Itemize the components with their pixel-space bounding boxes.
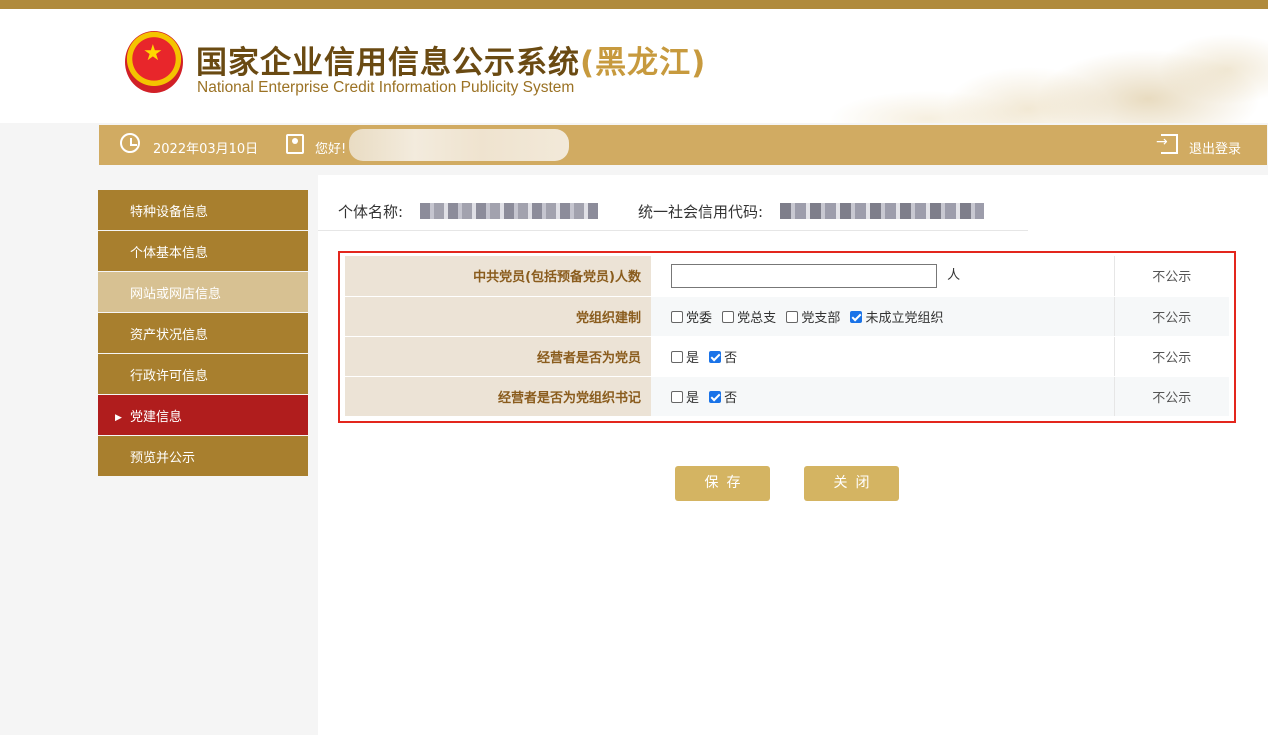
header-mountain-art <box>728 9 1268 123</box>
site-header: ★ 国家企业信用信息公示系统(黑龙江) National Enterprise … <box>0 9 1268 123</box>
party-building-form: 中共党员(包括预备党员)人数 人 不公示 党组织建制 党委 党总支 党支部 未成… <box>338 251 1236 423</box>
checkbox-checked[interactable] <box>709 390 722 403</box>
active-arrow-icon: ▶ <box>115 413 122 423</box>
publicity-status: 不公示 <box>1114 376 1229 417</box>
operator-is-secretary-label: 经营者是否为党组织书记 <box>345 376 651 417</box>
sidebar-item-preview-publish[interactable]: 预览并公示 <box>98 436 308 476</box>
publicity-status: 不公示 <box>1114 296 1229 337</box>
sidebar-nav: 特种设备信息 个体基本信息 网站或网店信息 资产状况信息 行政许可信息 ▶ 党建信… <box>98 190 308 477</box>
sidebar-item-party-building[interactable]: ▶ 党建信息 <box>98 395 308 435</box>
redacted-entity-name <box>420 203 598 219</box>
top-info-bar: 2022年03月10日 您好! 退出登录 <box>99 125 1267 165</box>
logout-icon[interactable] <box>1156 134 1178 154</box>
option-no[interactable]: 否 <box>709 387 737 406</box>
logout-link[interactable]: 退出登录 <box>1189 138 1241 157</box>
greeting-text: 您好! <box>315 142 347 157</box>
credit-code-label: 统一社会信用代码: <box>638 203 764 221</box>
site-title-english: National Enterprise Credit Information P… <box>197 79 575 96</box>
current-date: 2022年03月10日 <box>153 142 259 157</box>
checkbox[interactable] <box>671 390 683 403</box>
publicity-status: 不公示 <box>1114 336 1229 377</box>
clock-icon <box>120 133 140 153</box>
checkbox[interactable] <box>722 310 735 323</box>
sidebar-item-admin-license[interactable]: 行政许可信息 <box>98 354 308 394</box>
checkbox[interactable] <box>671 310 683 323</box>
province-label: (黑龙江) <box>580 45 707 81</box>
option-branch[interactable]: 党支部 <box>786 307 840 326</box>
close-button[interactable]: 关闭 <box>804 466 899 501</box>
entity-name-label: 个体名称: <box>338 203 404 221</box>
checkbox-checked[interactable] <box>850 310 863 323</box>
redacted-username <box>349 129 569 161</box>
option-party-committee[interactable]: 党委 <box>671 307 712 326</box>
table-row: 经营者是否为党组织书记 是 否 不公示 <box>345 376 1229 417</box>
main-content: 个体名称: 统一社会信用代码: 中共党员(包括预备党员)人数 人 不公示 党组织… <box>318 175 1268 735</box>
sidebar-item-website-info[interactable]: 网站或网店信息 <box>98 272 308 312</box>
party-member-count-label: 中共党员(包括预备党员)人数 <box>345 256 651 297</box>
table-row: 经营者是否为党员 是 否 不公示 <box>345 336 1229 377</box>
table-row: 中共党员(包括预备党员)人数 人 不公示 <box>345 256 1229 297</box>
party-building-table: 中共党员(包括预备党员)人数 人 不公示 党组织建制 党委 党总支 党支部 未成… <box>345 256 1229 417</box>
option-no[interactable]: 否 <box>709 347 737 366</box>
option-no-party-org[interactable]: 未成立党组织 <box>850 307 943 326</box>
entity-info-bar: 个体名称: 统一社会信用代码: <box>318 190 1028 231</box>
user-card-icon <box>286 134 304 154</box>
table-row: 党组织建制 党委 党总支 党支部 未成立党组织 不公示 <box>345 296 1229 337</box>
operator-is-member-label: 经营者是否为党员 <box>345 336 651 377</box>
sidebar-item-special-equipment[interactable]: 特种设备信息 <box>98 190 308 230</box>
checkbox[interactable] <box>671 350 683 363</box>
checkbox-checked[interactable] <box>709 350 722 363</box>
option-general-branch[interactable]: 党总支 <box>722 307 776 326</box>
party-org-type-label: 党组织建制 <box>345 296 651 337</box>
site-title: 国家企业信用信息公示系统(黑龙江) <box>196 45 707 81</box>
save-button[interactable]: 保存 <box>675 466 770 501</box>
unit-label: 人 <box>947 268 961 284</box>
sidebar-item-basic-info[interactable]: 个体基本信息 <box>98 231 308 271</box>
option-yes[interactable]: 是 <box>671 387 699 406</box>
publicity-status: 不公示 <box>1114 256 1229 297</box>
sidebar-item-assets-info[interactable]: 资产状况信息 <box>98 313 308 353</box>
top-accent-line <box>0 0 1268 9</box>
party-member-count-input[interactable] <box>671 263 937 288</box>
national-emblem-icon: ★ <box>125 31 183 93</box>
option-yes[interactable]: 是 <box>671 347 699 366</box>
redacted-credit-code <box>780 203 984 219</box>
checkbox[interactable] <box>786 310 799 323</box>
